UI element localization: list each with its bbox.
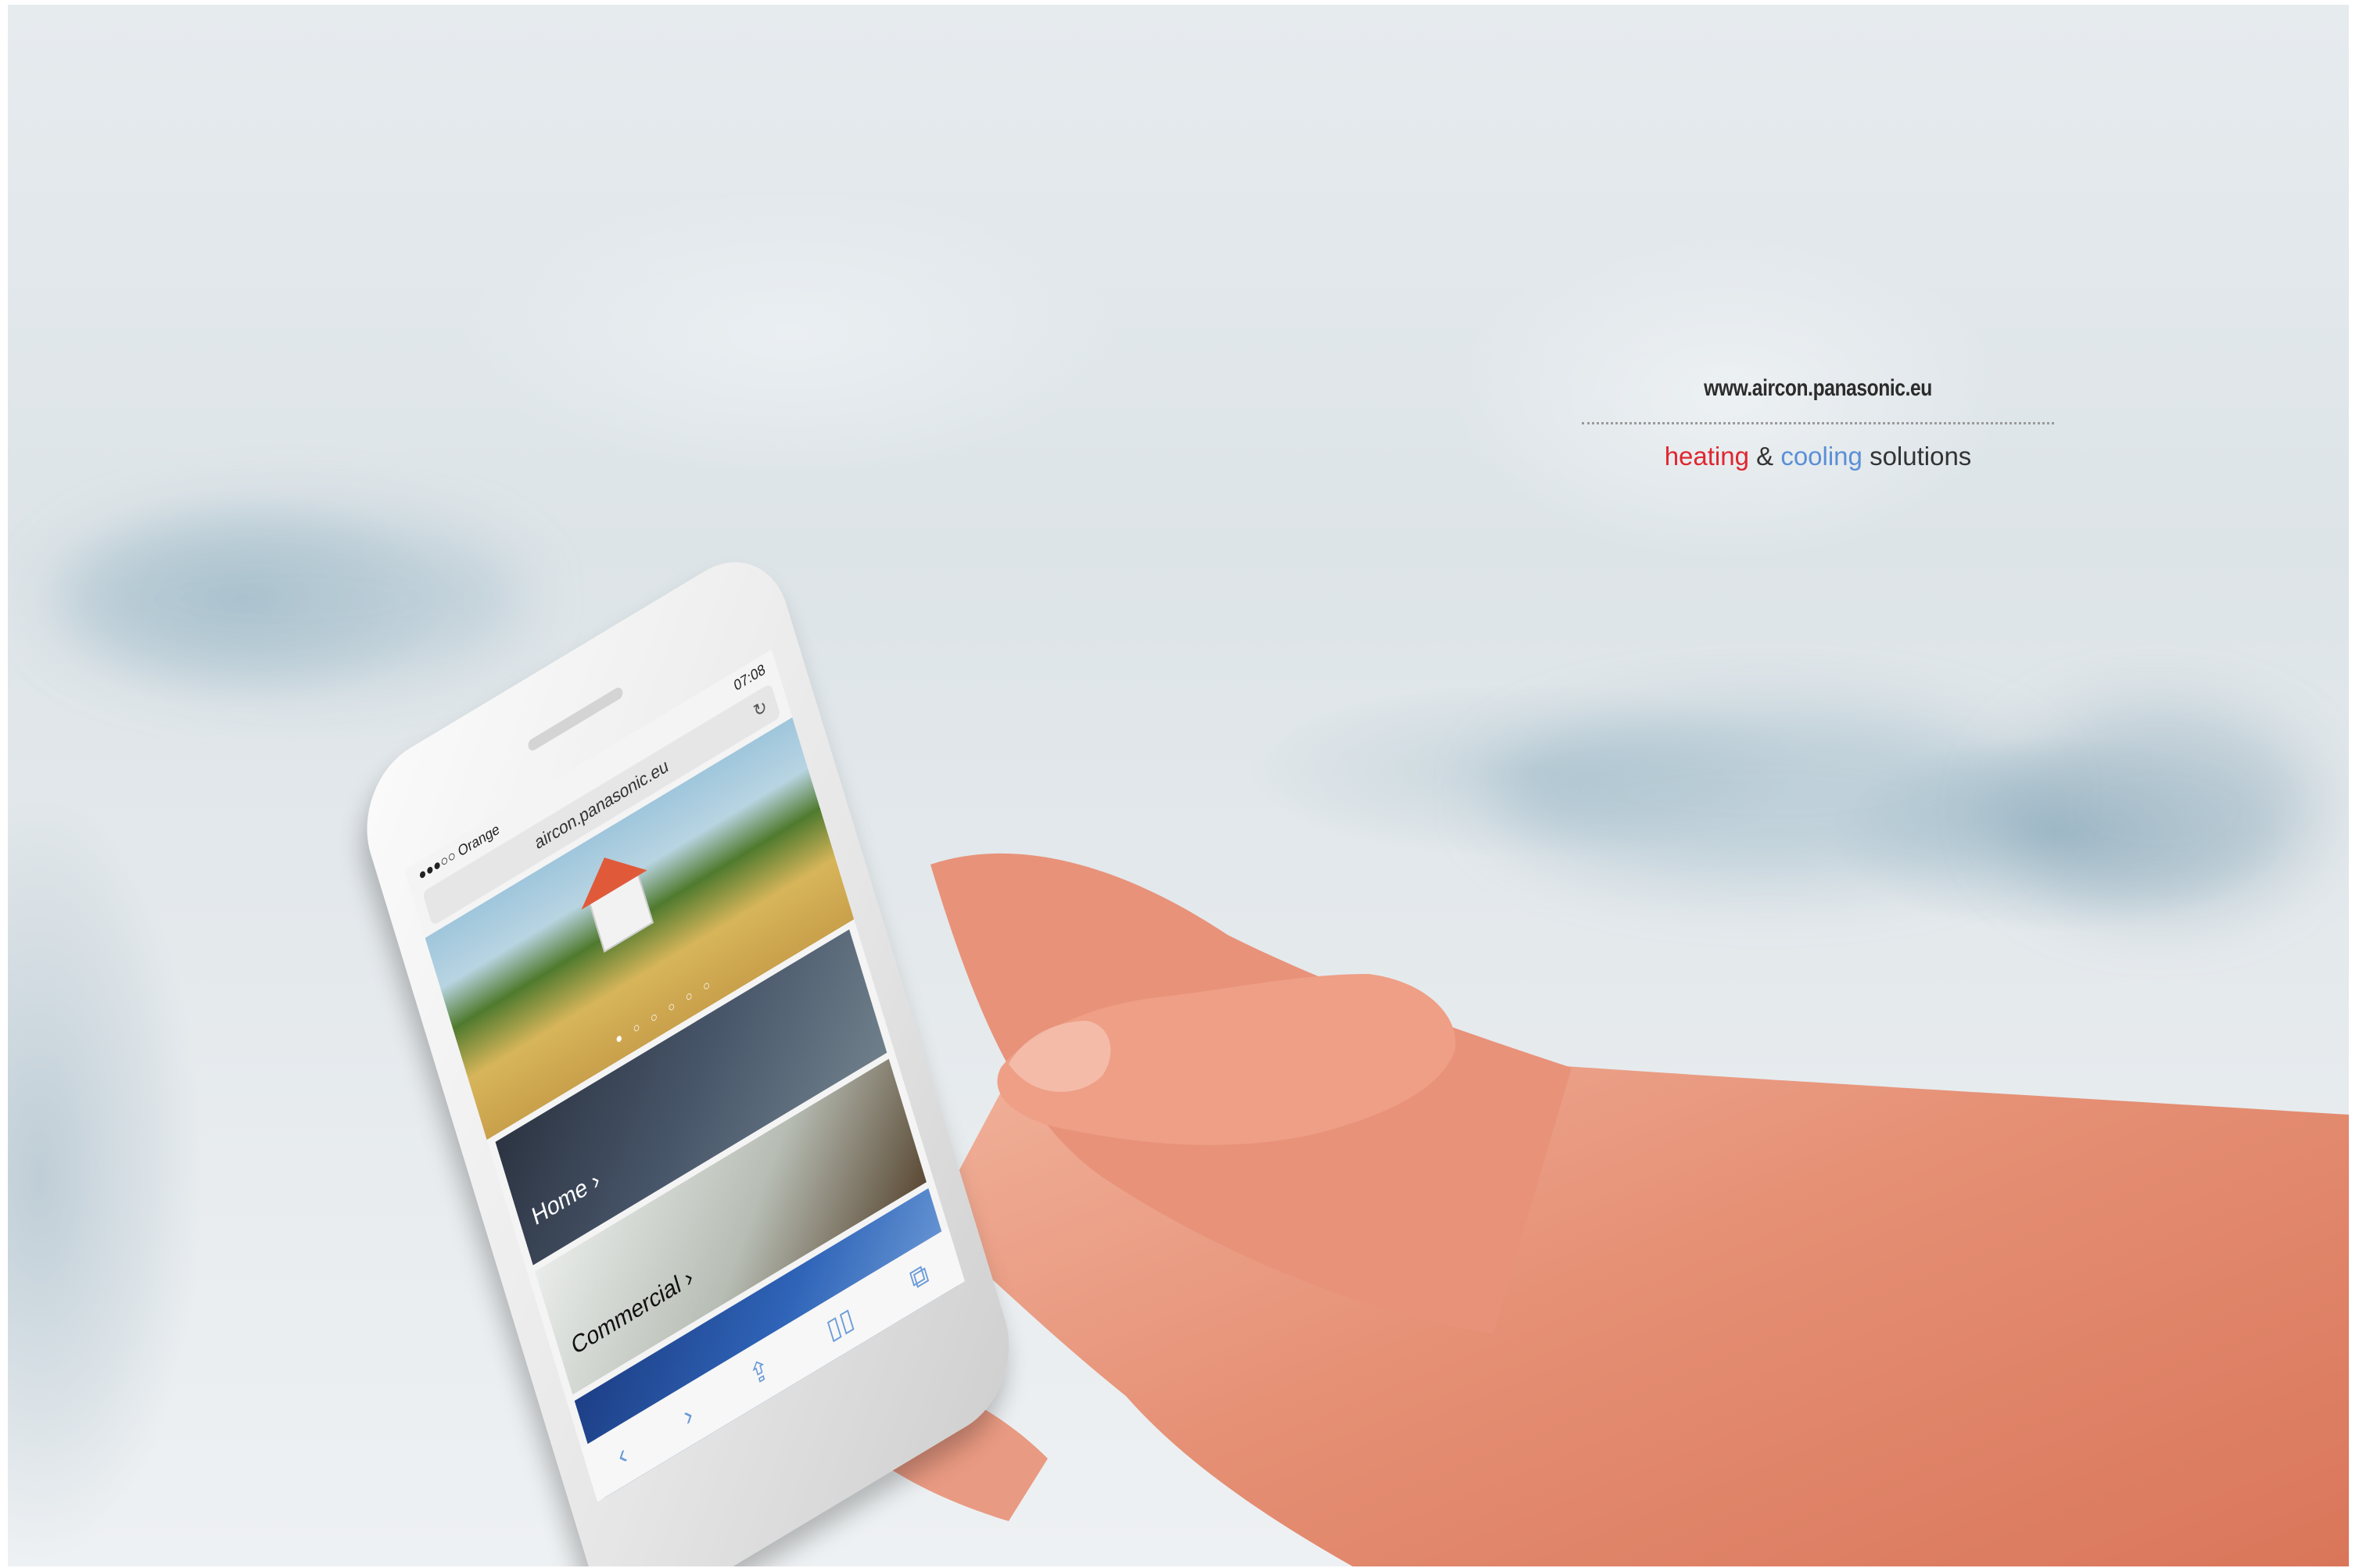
phone-speaker <box>526 685 625 753</box>
background-photo: ●●●○○ Orange 07:08 aircon.panasonic.eu ↻… <box>8 5 2349 1566</box>
headline-block: www.aircon.panasonic.eu heating & coolin… <box>1579 366 2056 471</box>
forward-icon[interactable]: › <box>679 1398 696 1433</box>
tagline: heating & cooling solutions <box>1579 442 2056 471</box>
bookmarks-icon[interactable]: ▯▯ <box>823 1301 858 1348</box>
tile-home-label: Home › <box>529 1165 603 1231</box>
tagline-cooling: cooling <box>1780 442 1862 471</box>
tagline-heating: heating <box>1664 442 1749 471</box>
website-url[interactable]: www.aircon.panasonic.eu <box>1622 375 2013 402</box>
reload-icon[interactable]: ↻ <box>751 696 770 723</box>
tabs-icon[interactable]: ⧉ <box>906 1257 932 1297</box>
tagline-ampersand: & <box>1756 442 1774 471</box>
dotted-divider <box>1582 422 2054 424</box>
back-icon[interactable]: ‹ <box>614 1437 630 1472</box>
hand-illustration <box>618 853 2349 1566</box>
house-icon <box>589 873 654 953</box>
tagline-solutions: solutions <box>1870 442 1972 471</box>
share-icon[interactable]: ⇪ <box>745 1351 774 1394</box>
